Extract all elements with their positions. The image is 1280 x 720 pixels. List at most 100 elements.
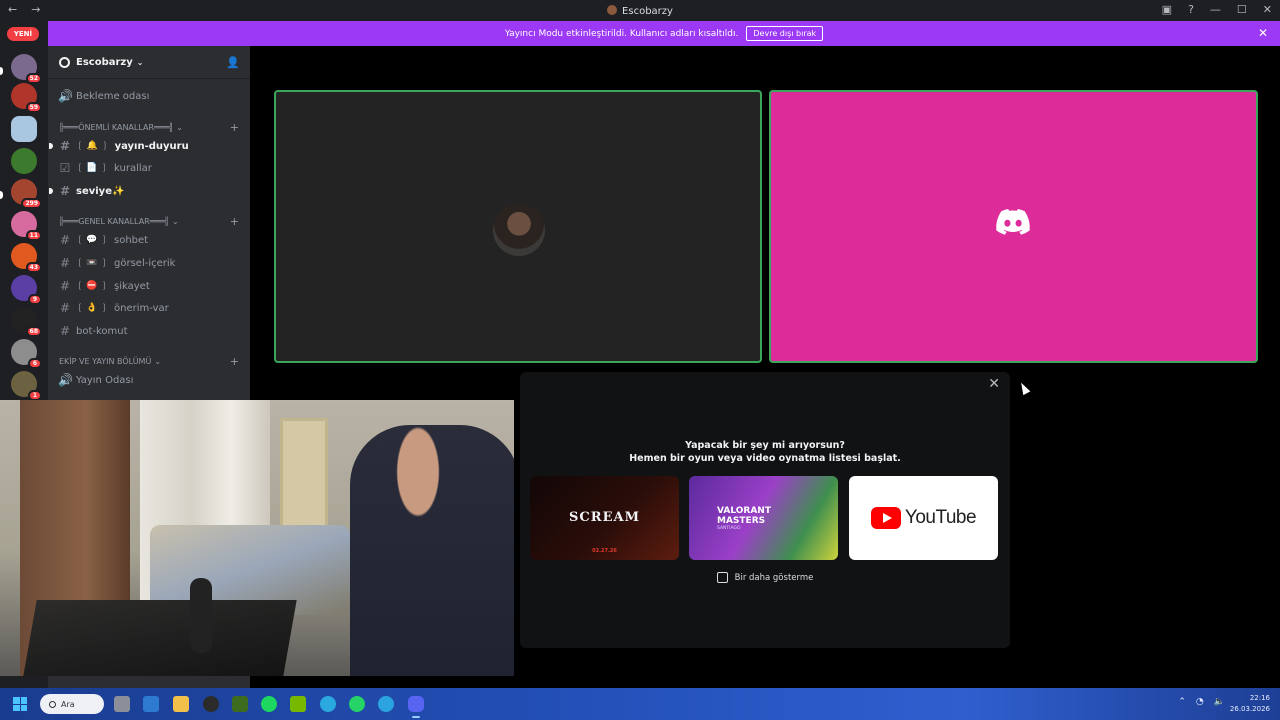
webcam-person <box>350 425 514 676</box>
search-label: Ara <box>61 699 75 709</box>
task-view-icon[interactable] <box>114 696 130 712</box>
mention-count: 68 <box>25 326 42 337</box>
mouse-cursor-icon <box>1017 380 1031 396</box>
create-channel-icon[interactable]: + <box>230 215 239 228</box>
taskbar-clock[interactable]: 22:16 26.03.2026 <box>1230 693 1270 715</box>
edge-icon[interactable] <box>320 696 336 712</box>
create-channel-icon[interactable]: + <box>230 355 239 368</box>
wifi-icon[interactable]: ◔ <box>1196 697 1204 707</box>
discord-window: ← → Escobarzy ▣ ? — ☐ ✕ YENİ 52 59 299 1… <box>0 0 1280 720</box>
category-general[interactable]: ╠═══GENEL KANALLAR═══╣ ⌄ + <box>59 214 239 228</box>
invite-people-icon[interactable]: 👤 <box>226 56 240 69</box>
category-important[interactable]: ╠═══ÖNEMLİ KANALLAR═══╣ ⌄ + <box>59 120 239 134</box>
channel-label: bot-komut <box>76 325 128 337</box>
volume-icon[interactable]: 🔈 <box>1214 697 1225 707</box>
banner-close-icon[interactable]: ✕ <box>1258 26 1268 40</box>
card-subtitle: SANTIAGO <box>717 526 741 531</box>
channel-gorsel-icerik[interactable]: # ❲ 📼 ❳ görsel-içerik <box>58 253 244 273</box>
minecraft-icon[interactable] <box>232 696 248 712</box>
banner-message: Yayıncı Modu etkinleştirildi. Kullanıcı … <box>504 28 739 39</box>
channel-seviye[interactable]: # seviye✨ <box>49 181 244 201</box>
server-icon-10[interactable]: 6 <box>11 339 42 369</box>
server-icon-4[interactable] <box>11 148 37 174</box>
card-date: 02.27.26 <box>592 548 617 554</box>
inbox-icon[interactable]: ▣ <box>1162 3 1172 16</box>
whatsapp-icon[interactable] <box>349 696 365 712</box>
youtube-wordmark: YouTube <box>904 507 977 528</box>
obs-icon[interactable] <box>203 696 219 712</box>
server-icon-3[interactable] <box>11 116 37 142</box>
server-icon-7[interactable]: 43 <box>11 243 42 273</box>
category-team[interactable]: EKİP VE YAYIN BÖLÜMÜ ⌄ + <box>59 354 239 368</box>
server-icon-2[interactable]: 59 <box>11 83 42 113</box>
videotape-icon: ❲ 📼 ❳ <box>76 258 109 268</box>
telegram-icon[interactable] <box>378 696 394 712</box>
outlook-icon[interactable] <box>143 696 159 712</box>
tray-chevron-icon[interactable]: ⌃ <box>1178 697 1186 707</box>
channel-sikayet[interactable]: # ❲ ⛔ ❳ şikayet <box>58 276 244 296</box>
close-button[interactable]: ✕ <box>1263 3 1272 16</box>
speaker-icon: 🔊 <box>58 89 73 103</box>
guild-icon <box>59 56 70 68</box>
channel-label: sohbet <box>114 234 149 246</box>
bell-icon: ❲ 🔔 ❳ <box>76 141 109 151</box>
mention-count: 43 <box>25 262 42 273</box>
participant-tile-user[interactable] <box>274 90 762 363</box>
server-icon-9[interactable]: 68 <box>11 307 42 337</box>
maximize-button[interactable]: ☐ <box>1237 3 1247 16</box>
webcam-microphone <box>190 578 212 653</box>
dont-show-again[interactable]: Bir daha gösterme <box>520 572 1010 583</box>
mention-count: 9 <box>28 294 42 305</box>
server-icon-11[interactable]: 1 <box>11 371 42 401</box>
unread-indicator <box>49 143 53 149</box>
chevron-down-icon: ⌄ <box>136 57 144 67</box>
guild-header[interactable]: Escobarzy ⌄ 👤 <box>48 46 250 79</box>
voice-channel-waiting[interactable]: 🔊 Bekleme odası <box>58 86 244 106</box>
window-title-text: Escobarzy <box>622 6 673 17</box>
server-icon-1[interactable]: 52 <box>11 54 42 84</box>
nvidia-icon[interactable] <box>290 696 306 712</box>
activity-headline: Yapacak bir şey mi arıyorsun? Hemen bir … <box>520 439 1010 465</box>
channel-kurallar[interactable]: ☑ ❲ 📄 ❳ kurallar <box>58 158 244 178</box>
activity-card-scream[interactable]: SCREAM 02.27.26 <box>530 476 679 560</box>
hash-icon: # <box>59 184 71 198</box>
speech-bubble-icon: ❲ 💬 ❳ <box>76 235 109 245</box>
card-title-line-2: MASTERS <box>717 516 766 526</box>
user-avatar <box>493 204 545 256</box>
dont-show-label: Bir daha gösterme <box>734 572 814 583</box>
popup-close-icon[interactable]: ✕ <box>988 376 1000 392</box>
mention-count: 6 <box>28 358 42 369</box>
mention-count: 52 <box>25 73 42 84</box>
activity-card-youtube[interactable]: YouTube <box>849 476 998 560</box>
activity-card-valorant[interactable]: VALORANT MASTERS SANTIAGO <box>689 476 838 560</box>
channel-bot-komut[interactable]: # bot-komut <box>58 321 244 341</box>
taskbar-search[interactable]: Ara <box>40 694 104 714</box>
file-explorer-icon[interactable] <box>173 696 189 712</box>
search-icon <box>49 700 56 708</box>
disable-streamer-mode-button[interactable]: Devre dışı bırak <box>746 26 824 41</box>
discord-taskbar-icon[interactable] <box>408 696 424 712</box>
minimize-button[interactable]: — <box>1210 3 1221 16</box>
server-icon-5[interactable]: 299 <box>11 179 42 209</box>
new-badge[interactable]: YENİ <box>7 27 39 41</box>
channel-yayin-duyuru[interactable]: # ❲ 🔔 ❳ yayın-duyuru <box>49 136 244 156</box>
channel-sohbet[interactable]: # ❲ 💬 ❳ sohbet <box>58 230 244 250</box>
no-entry-icon: ❲ ⛔ ❳ <box>76 281 109 291</box>
server-icon-8[interactable]: 9 <box>11 275 42 305</box>
start-button[interactable] <box>13 697 27 711</box>
help-icon[interactable]: ? <box>1188 3 1194 16</box>
server-icon-6[interactable]: 11 <box>11 211 42 241</box>
channel-label: yayın-duyuru <box>114 140 189 152</box>
spotify-icon[interactable] <box>261 696 277 712</box>
card-title: SCREAM <box>569 510 640 525</box>
voice-channel-yayin-odasi[interactable]: 🔊 Yayın Odası <box>58 370 244 390</box>
channel-onerim-var[interactable]: # ❲ 👌 ❳ önerim-var <box>58 298 244 318</box>
system-tray: ⌃ ◔ 🔈 <box>1178 697 1225 707</box>
rules-icon: ☑ <box>59 161 71 175</box>
dont-show-checkbox[interactable] <box>716 572 728 583</box>
unread-pill <box>0 67 3 75</box>
discord-logo-icon <box>996 209 1030 235</box>
participant-tile-streamer[interactable] <box>769 90 1258 363</box>
channel-label: seviye✨ <box>76 185 125 197</box>
create-channel-icon[interactable]: + <box>230 121 239 134</box>
